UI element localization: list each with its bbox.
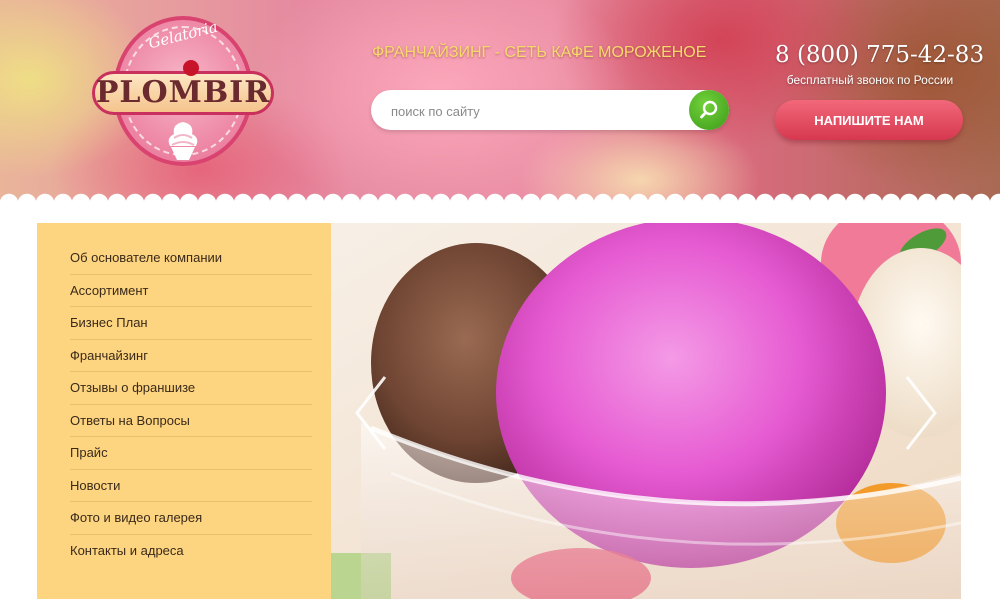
- sidebar-item-founder[interactable]: Об основателе компании: [70, 242, 312, 275]
- sidebar-item-faq[interactable]: Ответы на Вопросы: [70, 405, 312, 437]
- search-input[interactable]: [389, 90, 683, 132]
- search-box: [371, 90, 729, 132]
- sidebar-item-price[interactable]: Прайс: [70, 437, 312, 470]
- sidebar-item-contacts[interactable]: Контакты и адреса: [70, 535, 312, 568]
- logo-text: PLOMBIR: [95, 75, 271, 110]
- sidebar-item-assortment[interactable]: Ассортимент: [70, 275, 312, 307]
- search-button[interactable]: [689, 90, 729, 130]
- search-icon: [700, 100, 718, 119]
- phone-number[interactable]: 8 (800) 775-42-83: [775, 42, 984, 68]
- logo[interactable]: Gelatoria PLOMBIR: [88, 14, 278, 174]
- ice-cream-photo: [331, 223, 961, 599]
- cherry-icon: [183, 60, 199, 76]
- phone-note: бесплатный звонок по России: [786, 73, 954, 87]
- chevron-right-icon[interactable]: [903, 373, 939, 453]
- sidebar: Об основателе компании Ассортимент Бизне…: [37, 223, 331, 599]
- sidebar-item-news[interactable]: Новости: [70, 470, 312, 502]
- sidebar-item-franchising[interactable]: Франчайзинг: [70, 340, 312, 372]
- sidebar-item-gallery[interactable]: Фото и видео галерея: [70, 502, 312, 535]
- sidebar-item-reviews[interactable]: Отзывы о франшизе: [70, 372, 312, 405]
- contact-button[interactable]: НАПИШИТЕ НАМ: [775, 100, 963, 140]
- chevron-left-icon[interactable]: [353, 373, 389, 453]
- ice-cream-icon: [168, 122, 198, 160]
- sidebar-nav: Об основателе компании Ассортимент Бизне…: [70, 242, 312, 567]
- logo-banner: PLOMBIR: [92, 71, 274, 115]
- header-banner: Gelatoria PLOMBIR ФРАНЧАЙЗИНГ - СЕТЬ КАФ…: [0, 0, 1000, 205]
- sidebar-item-business-plan[interactable]: Бизнес План: [70, 307, 312, 340]
- header-title: ФРАНЧАЙЗИНГ - СЕТЬ КАФЕ МОРОЖЕНОЕ: [372, 44, 707, 61]
- image-slider: [331, 223, 961, 599]
